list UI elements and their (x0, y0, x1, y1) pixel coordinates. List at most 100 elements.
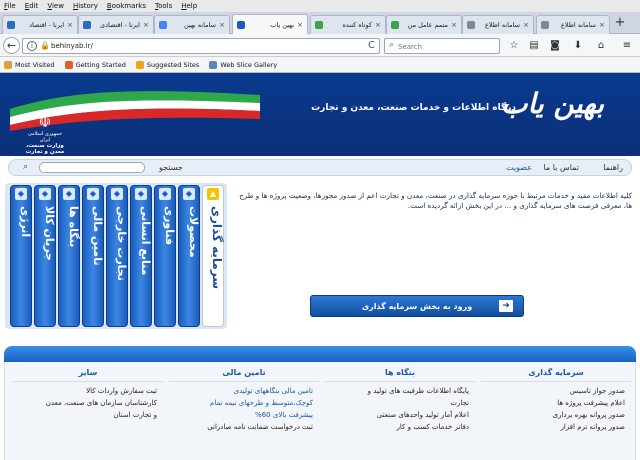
footer-link[interactable]: پیشرفت بالای 60% (169, 409, 319, 421)
back-button[interactable]: ← (3, 37, 20, 54)
close-icon[interactable]: × (523, 21, 529, 29)
tab-label: متمم عامل من (407, 21, 448, 29)
close-icon[interactable]: × (451, 21, 457, 29)
cta-label: ورود به بخش سرمایه گذاری (361, 301, 473, 311)
site-logo[interactable]: بهین یاب (501, 87, 604, 120)
browser-tab[interactable]: سامانه اطلاع × (462, 15, 534, 34)
tab-technology[interactable]: ◆ فناوری (154, 185, 176, 327)
tab-goods-flow[interactable]: ◆ جریان کالا (34, 185, 56, 327)
menu-tools[interactable]: Tools (155, 2, 172, 10)
tab-investment[interactable]: ▲ سرمایه گذاری (202, 185, 224, 327)
reload-icon[interactable]: C (368, 40, 375, 51)
browser-tab[interactable]: سامانه اطلاع × (536, 15, 610, 34)
close-icon[interactable]: × (219, 21, 225, 29)
footer-link[interactable]: اعلام آمار تولید واحدهای صنعتی (325, 409, 475, 421)
download-icon[interactable]: ⬇ (571, 39, 585, 53)
tab-label: ایرنا - اقتصاد (29, 21, 64, 29)
browser-tab[interactable]: متمم عامل من × (386, 15, 462, 34)
search-icon[interactable]: ⌕ (23, 162, 28, 172)
nav-contact[interactable]: تماس با ما (543, 163, 579, 172)
browser-tab[interactable]: بهین یاب × (232, 14, 308, 34)
bookmark-item[interactable]: Most Visited (4, 60, 55, 69)
browser-tab[interactable]: ایرنا - اقتصادی × (78, 15, 154, 34)
favicon-icon (83, 21, 91, 29)
info-icon[interactable]: i (27, 41, 37, 51)
footer-link[interactable]: و تجارت استان (13, 409, 163, 421)
tab-financing[interactable]: ◆ تامین مالی (82, 185, 104, 327)
site-search-input[interactable] (39, 162, 145, 173)
footer-bar (4, 346, 636, 362)
enterprises-icon: ◆ (63, 188, 75, 200)
enter-investment-button[interactable]: ورود به بخش سرمایه گذاری ➜ (310, 295, 524, 317)
tab-label: جریان کالا (43, 206, 56, 261)
browser-tab[interactable]: ایرنا - اقتصاد × (2, 15, 78, 34)
tab-label: تامین مالی (91, 206, 104, 266)
star-icon[interactable]: ☆ (507, 39, 521, 53)
footer-link[interactable]: اعلام پیشرفت پروژه ها (481, 397, 631, 409)
footer-link[interactable]: دفاتر خدمات کسب و کار (325, 421, 475, 433)
pocket-icon[interactable]: ◙ (548, 39, 562, 53)
tab-label: کوتاه کننده (342, 21, 372, 29)
footer-link[interactable]: صدور پروانه ترم افزار (481, 421, 631, 433)
footer-column: بنگاه ها پایگاه اطلاعات ظرفیت های تولید … (325, 364, 475, 433)
tab-products[interactable]: ◆ محصولات (178, 185, 200, 327)
favicon-icon (159, 21, 167, 29)
menu-icon[interactable]: ≡ (620, 39, 634, 53)
footer-column-title[interactable]: بنگاه ها (325, 364, 475, 382)
footer-link[interactable]: صدور پروانه بهره برداری (481, 409, 631, 421)
close-icon[interactable]: × (599, 21, 605, 29)
close-icon[interactable]: × (375, 21, 381, 29)
tab-enterprises[interactable]: ◆ بنگاه ها (58, 185, 80, 327)
tab-label: منابع انسانی (139, 206, 152, 276)
close-icon[interactable]: × (297, 21, 303, 29)
nav-membership[interactable]: عضویت (506, 163, 532, 172)
tab-foreign-trade[interactable]: ◆ تجارت خارجی (106, 185, 128, 327)
section-description: کلیه اطلاعات مفید و خدمات مرتبط با حوزه … (239, 191, 632, 210)
menu-help[interactable]: Help (181, 2, 197, 10)
footer-column-title[interactable]: سایر (13, 364, 163, 382)
investment-icon: ▲ (207, 188, 219, 200)
menu-view[interactable]: View (47, 2, 64, 10)
reader-icon[interactable]: ▤ (527, 39, 541, 53)
search-bar[interactable]: ⌕ (384, 38, 500, 54)
footer-link[interactable]: ثبت سفارش واردات کالا (13, 385, 163, 397)
footer-column-title[interactable]: سرمایه گذاری (481, 364, 631, 382)
menu-history[interactable]: History (73, 2, 98, 10)
menu-file[interactable]: File (4, 2, 16, 10)
browser-tab[interactable]: کوتاه کننده × (310, 15, 386, 34)
url-bar[interactable]: i 🔒 behinyab.ir/ C (22, 38, 380, 54)
footer-link[interactable]: ثبت درخواست ضمانت نامه صادراتی (169, 421, 319, 433)
menu-edit[interactable]: Edit (25, 2, 39, 10)
bookmark-icon (64, 60, 73, 69)
search-input[interactable] (398, 41, 494, 52)
footer-link[interactable]: کارشناسان سازمان های صنعت، معدن (13, 397, 163, 409)
site-search-label: جستجو (159, 163, 183, 172)
tab-human-resources[interactable]: ◆ منابع انسانی (130, 185, 152, 327)
site-slogan: درگاه اطلاعات و خدمات صنعت، معدن و تجارت (311, 103, 516, 113)
footer-link[interactable]: تامین مالی بنگاههای تولیدی (169, 385, 319, 397)
home-icon[interactable]: ⌂ (594, 39, 608, 53)
tab-label: سامانه بهین (184, 21, 216, 29)
goods-flow-icon: ◆ (39, 188, 51, 200)
close-icon[interactable]: × (67, 21, 73, 29)
page-content: ☫ بهین یاب درگاه اطلاعات و خدمات صنعت، م… (0, 73, 640, 460)
bookmark-item[interactable]: Web Slice Gallery (209, 60, 277, 69)
nav-guide[interactable]: راهنما (603, 163, 623, 172)
browser-tab[interactable]: سامانه بهین × (154, 15, 230, 34)
footer-link[interactable]: صدور جواز تاسیس (481, 385, 631, 397)
footer-link[interactable]: تجارت (325, 397, 475, 409)
svg-text:☫: ☫ (125, 111, 134, 122)
emblem-line1: جمهوری اسلامی ایران (27, 131, 63, 143)
bookmark-item[interactable]: Getting Started (64, 60, 126, 69)
menu-bookmarks[interactable]: Bookmarks (107, 2, 146, 10)
close-icon[interactable]: × (143, 21, 149, 29)
new-tab-button[interactable]: + (612, 16, 628, 32)
bookmark-label: Most Visited (15, 60, 55, 69)
footer-link[interactable]: پایگاه اطلاعات ظرفیت های تولید و (325, 385, 475, 397)
bookmark-item[interactable]: Suggested Sites (135, 60, 199, 69)
tab-label: بهین یاب (270, 20, 294, 29)
tab-energy[interactable]: ◆ انرژی (10, 185, 32, 327)
footer-link[interactable]: کوچک،متوسط و طرحهای نیمه تمام (169, 397, 319, 409)
url-text[interactable]: behinyab.ir/ (51, 42, 93, 50)
footer-column-title[interactable]: تامین مالی (169, 364, 319, 382)
